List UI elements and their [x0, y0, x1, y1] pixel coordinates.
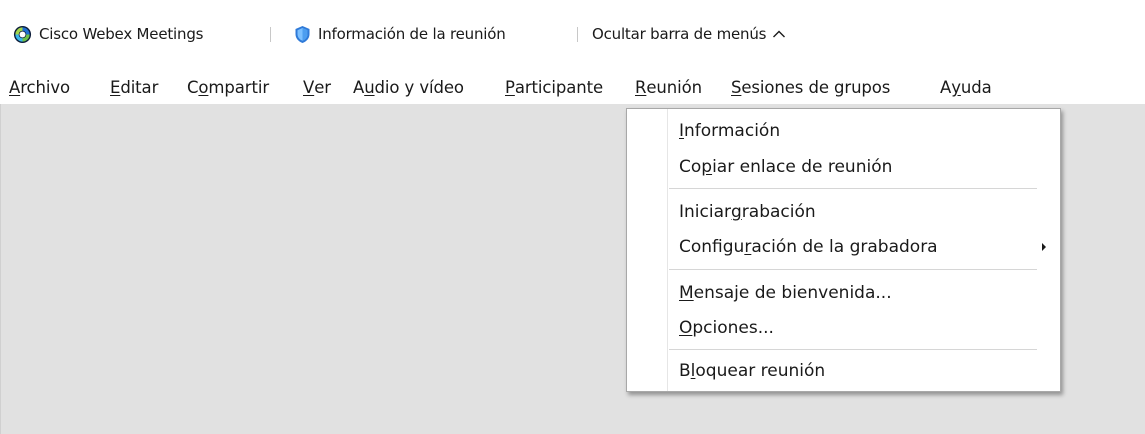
app-title: Cisco Webex Meetings	[13, 22, 203, 46]
menu-separator	[669, 188, 1037, 189]
menu-compartir[interactable]: Co mpartir	[187, 75, 269, 99]
menu-item-bloquear-reunion[interactable]: Bl oquear reunión	[679, 357, 825, 385]
menu-item-mensaje-bienvenida[interactable]: Mensaje de bienvenida...	[679, 279, 892, 307]
menu-sesiones-grupos[interactable]: Sesiones de grupos	[731, 75, 890, 99]
chevron-up-icon	[773, 30, 786, 38]
reunion-dropdown-menu: Información Co p iar enlace de reunión Ini…	[626, 108, 1061, 392]
submenu-arrow-icon	[1042, 243, 1046, 251]
menu-separator	[669, 269, 1037, 270]
webex-window: Cisco Webex Meetings Información de la r…	[0, 0, 1145, 434]
menu-archivo[interactable]: Archivo	[9, 75, 70, 99]
hide-menubar-button[interactable]: Ocultar barra de menús	[592, 22, 786, 46]
menu-ver[interactable]: Ver	[303, 75, 331, 99]
menu-item-iniciar-grabacion[interactable]: Iniciar g rabación	[679, 198, 816, 226]
menu-item-copiar-enlace[interactable]: Co p iar enlace de reunión	[679, 153, 892, 181]
menu-bar: Archivo Editar Co mpartir Ver Au dio y víd…	[0, 68, 1145, 104]
title-bar: Cisco Webex Meetings Información de la r…	[0, 0, 1145, 68]
menu-editar[interactable]: Editar	[110, 75, 158, 99]
meeting-info-button[interactable]: Información de la reunión	[294, 22, 506, 46]
meeting-info-label: Información de la reunión	[318, 25, 506, 43]
menu-audio-video[interactable]: Au dio y vídeo	[353, 75, 464, 99]
window-edge	[0, 104, 1, 434]
menu-item-informacion[interactable]: Información	[679, 117, 780, 145]
shield-icon	[295, 25, 310, 43]
menu-item-configuracion-grabadora[interactable]: Configu r ación de la grabadora	[679, 233, 1049, 261]
menu-separator	[669, 349, 1037, 350]
webex-logo-icon	[13, 25, 32, 43]
app-name-label: Cisco Webex Meetings	[39, 25, 204, 43]
menu-participante[interactable]: Participante	[505, 75, 603, 99]
menu-gutter	[667, 109, 668, 391]
title-separator	[270, 27, 271, 42]
menu-reunion[interactable]: Reunión	[635, 75, 702, 99]
title-separator	[577, 27, 578, 42]
menu-ayuda[interactable]: Ay uda	[940, 75, 992, 99]
hide-menubar-label: Ocultar barra de menús	[592, 25, 767, 43]
menu-item-opciones[interactable]: Opciones...	[679, 314, 774, 342]
